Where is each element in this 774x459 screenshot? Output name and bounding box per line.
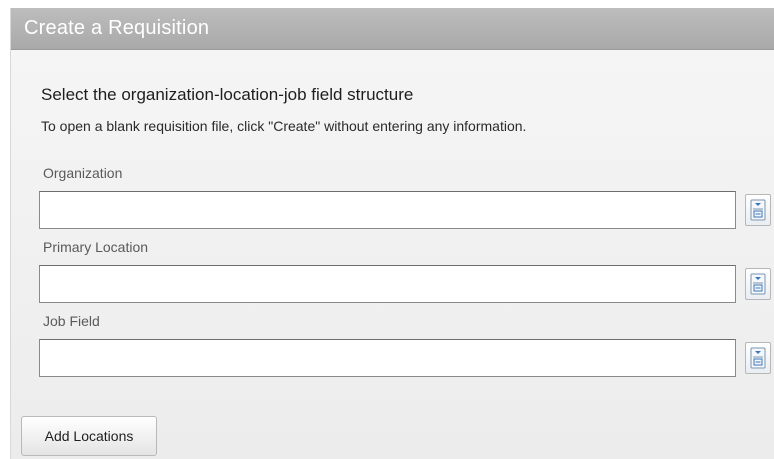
dialog-titlebar: Create a Requisition xyxy=(11,8,774,50)
primary-location-selector-button[interactable] xyxy=(745,268,771,300)
lookup-selector-icon xyxy=(746,199,770,221)
dialog-title: Create a Requisition xyxy=(24,17,210,39)
lookup-selector-icon xyxy=(746,273,770,295)
add-locations-button[interactable]: Add Locations xyxy=(21,416,157,456)
organization-field[interactable] xyxy=(39,191,736,229)
organization-label: Organization xyxy=(43,165,123,181)
primary-location-label: Primary Location xyxy=(43,239,149,255)
job-field-selector-button[interactable] xyxy=(745,342,771,374)
section-heading: Select the organization-location-job fie… xyxy=(41,85,414,104)
job-field-label: Job Field xyxy=(43,313,100,329)
lookup-selector-icon xyxy=(746,347,770,369)
primary-location-field[interactable] xyxy=(39,265,736,303)
instruction-text: To open a blank requisition file, click … xyxy=(41,118,527,134)
job-field-input[interactable] xyxy=(39,339,736,377)
create-requisition-dialog: Create a Requisition Select the organiza… xyxy=(10,8,774,459)
organization-selector-button[interactable] xyxy=(745,194,771,226)
